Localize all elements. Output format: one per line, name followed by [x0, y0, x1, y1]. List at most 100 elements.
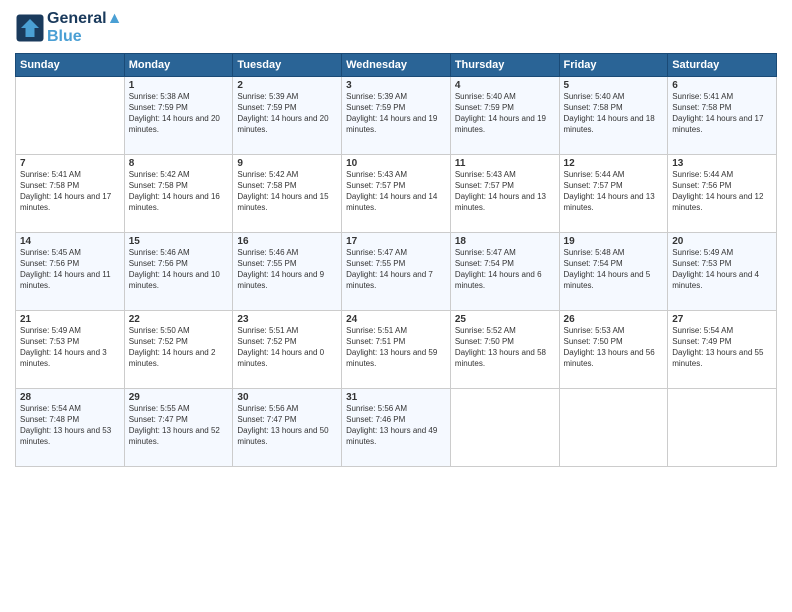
calendar-cell: 21Sunrise: 5:49 AMSunset: 7:53 PMDayligh…: [16, 311, 125, 389]
cell-content: Sunrise: 5:39 AMSunset: 7:59 PMDaylight:…: [346, 92, 446, 135]
calendar-cell: 10Sunrise: 5:43 AMSunset: 7:57 PMDayligh…: [342, 155, 451, 233]
calendar-cell: 9Sunrise: 5:42 AMSunset: 7:58 PMDaylight…: [233, 155, 342, 233]
calendar-week-row: 28Sunrise: 5:54 AMSunset: 7:48 PMDayligh…: [16, 389, 777, 467]
cell-content: Sunrise: 5:55 AMSunset: 7:47 PMDaylight:…: [129, 404, 229, 447]
day-number: 21: [20, 314, 120, 325]
cell-content: Sunrise: 5:40 AMSunset: 7:59 PMDaylight:…: [455, 92, 555, 135]
day-number: 13: [672, 158, 772, 169]
cell-content: Sunrise: 5:53 AMSunset: 7:50 PMDaylight:…: [564, 326, 664, 369]
calendar-cell: [16, 77, 125, 155]
weekday-header-friday: Friday: [559, 54, 668, 77]
calendar-cell: 18Sunrise: 5:47 AMSunset: 7:54 PMDayligh…: [450, 233, 559, 311]
calendar-cell: 14Sunrise: 5:45 AMSunset: 7:56 PMDayligh…: [16, 233, 125, 311]
calendar-cell: 27Sunrise: 5:54 AMSunset: 7:49 PMDayligh…: [668, 311, 777, 389]
weekday-header-wednesday: Wednesday: [342, 54, 451, 77]
calendar-cell: 12Sunrise: 5:44 AMSunset: 7:57 PMDayligh…: [559, 155, 668, 233]
calendar-cell: 19Sunrise: 5:48 AMSunset: 7:54 PMDayligh…: [559, 233, 668, 311]
day-number: 14: [20, 236, 120, 247]
day-number: 20: [672, 236, 772, 247]
calendar-cell: 31Sunrise: 5:56 AMSunset: 7:46 PMDayligh…: [342, 389, 451, 467]
day-number: 2: [237, 80, 337, 91]
cell-content: Sunrise: 5:47 AMSunset: 7:54 PMDaylight:…: [455, 248, 555, 291]
calendar-cell: 17Sunrise: 5:47 AMSunset: 7:55 PMDayligh…: [342, 233, 451, 311]
day-number: 24: [346, 314, 446, 325]
cell-content: Sunrise: 5:56 AMSunset: 7:47 PMDaylight:…: [237, 404, 337, 447]
weekday-header-monday: Monday: [124, 54, 233, 77]
day-number: 7: [20, 158, 120, 169]
calendar-cell: 26Sunrise: 5:53 AMSunset: 7:50 PMDayligh…: [559, 311, 668, 389]
day-number: 12: [564, 158, 664, 169]
cell-content: Sunrise: 5:49 AMSunset: 7:53 PMDaylight:…: [672, 248, 772, 291]
calendar-cell: 5Sunrise: 5:40 AMSunset: 7:58 PMDaylight…: [559, 77, 668, 155]
day-number: 8: [129, 158, 229, 169]
day-number: 30: [237, 392, 337, 403]
calendar-week-row: 1Sunrise: 5:38 AMSunset: 7:59 PMDaylight…: [16, 77, 777, 155]
calendar-cell: [450, 389, 559, 467]
calendar-cell: 11Sunrise: 5:43 AMSunset: 7:57 PMDayligh…: [450, 155, 559, 233]
day-number: 3: [346, 80, 446, 91]
calendar-cell: 4Sunrise: 5:40 AMSunset: 7:59 PMDaylight…: [450, 77, 559, 155]
cell-content: Sunrise: 5:56 AMSunset: 7:46 PMDaylight:…: [346, 404, 446, 447]
cell-content: Sunrise: 5:47 AMSunset: 7:55 PMDaylight:…: [346, 248, 446, 291]
cell-content: Sunrise: 5:38 AMSunset: 7:59 PMDaylight:…: [129, 92, 229, 135]
calendar-week-row: 21Sunrise: 5:49 AMSunset: 7:53 PMDayligh…: [16, 311, 777, 389]
cell-content: Sunrise: 5:52 AMSunset: 7:50 PMDaylight:…: [455, 326, 555, 369]
cell-content: Sunrise: 5:50 AMSunset: 7:52 PMDaylight:…: [129, 326, 229, 369]
calendar-cell: 24Sunrise: 5:51 AMSunset: 7:51 PMDayligh…: [342, 311, 451, 389]
cell-content: Sunrise: 5:51 AMSunset: 7:52 PMDaylight:…: [237, 326, 337, 369]
weekday-header-row: SundayMondayTuesdayWednesdayThursdayFrid…: [16, 54, 777, 77]
day-number: 27: [672, 314, 772, 325]
cell-content: Sunrise: 5:46 AMSunset: 7:55 PMDaylight:…: [237, 248, 337, 291]
calendar-week-row: 14Sunrise: 5:45 AMSunset: 7:56 PMDayligh…: [16, 233, 777, 311]
calendar-cell: 25Sunrise: 5:52 AMSunset: 7:50 PMDayligh…: [450, 311, 559, 389]
calendar-cell: [668, 389, 777, 467]
day-number: 25: [455, 314, 555, 325]
calendar-cell: 8Sunrise: 5:42 AMSunset: 7:58 PMDaylight…: [124, 155, 233, 233]
logo: General▲ Blue: [15, 10, 122, 45]
day-number: 10: [346, 158, 446, 169]
cell-content: Sunrise: 5:54 AMSunset: 7:48 PMDaylight:…: [20, 404, 120, 447]
day-number: 17: [346, 236, 446, 247]
weekday-header-tuesday: Tuesday: [233, 54, 342, 77]
day-number: 9: [237, 158, 337, 169]
day-number: 16: [237, 236, 337, 247]
weekday-header-sunday: Sunday: [16, 54, 125, 77]
cell-content: Sunrise: 5:42 AMSunset: 7:58 PMDaylight:…: [129, 170, 229, 213]
cell-content: Sunrise: 5:51 AMSunset: 7:51 PMDaylight:…: [346, 326, 446, 369]
calendar-cell: 3Sunrise: 5:39 AMSunset: 7:59 PMDaylight…: [342, 77, 451, 155]
cell-content: Sunrise: 5:46 AMSunset: 7:56 PMDaylight:…: [129, 248, 229, 291]
cell-content: Sunrise: 5:43 AMSunset: 7:57 PMDaylight:…: [455, 170, 555, 213]
calendar-week-row: 7Sunrise: 5:41 AMSunset: 7:58 PMDaylight…: [16, 155, 777, 233]
cell-content: Sunrise: 5:49 AMSunset: 7:53 PMDaylight:…: [20, 326, 120, 369]
day-number: 15: [129, 236, 229, 247]
day-number: 26: [564, 314, 664, 325]
day-number: 4: [455, 80, 555, 91]
day-number: 1: [129, 80, 229, 91]
calendar-cell: 2Sunrise: 5:39 AMSunset: 7:59 PMDaylight…: [233, 77, 342, 155]
logo-icon: [15, 13, 45, 43]
calendar-cell: 28Sunrise: 5:54 AMSunset: 7:48 PMDayligh…: [16, 389, 125, 467]
calendar-cell: 30Sunrise: 5:56 AMSunset: 7:47 PMDayligh…: [233, 389, 342, 467]
calendar-cell: 6Sunrise: 5:41 AMSunset: 7:58 PMDaylight…: [668, 77, 777, 155]
cell-content: Sunrise: 5:42 AMSunset: 7:58 PMDaylight:…: [237, 170, 337, 213]
cell-content: Sunrise: 5:39 AMSunset: 7:59 PMDaylight:…: [237, 92, 337, 135]
day-number: 5: [564, 80, 664, 91]
day-number: 18: [455, 236, 555, 247]
cell-content: Sunrise: 5:54 AMSunset: 7:49 PMDaylight:…: [672, 326, 772, 369]
day-number: 29: [129, 392, 229, 403]
calendar-cell: 29Sunrise: 5:55 AMSunset: 7:47 PMDayligh…: [124, 389, 233, 467]
cell-content: Sunrise: 5:45 AMSunset: 7:56 PMDaylight:…: [20, 248, 120, 291]
cell-content: Sunrise: 5:41 AMSunset: 7:58 PMDaylight:…: [672, 92, 772, 135]
header: General▲ Blue: [15, 10, 777, 45]
cell-content: Sunrise: 5:40 AMSunset: 7:58 PMDaylight:…: [564, 92, 664, 135]
day-number: 11: [455, 158, 555, 169]
calendar-cell: 22Sunrise: 5:50 AMSunset: 7:52 PMDayligh…: [124, 311, 233, 389]
calendar-cell: 1Sunrise: 5:38 AMSunset: 7:59 PMDaylight…: [124, 77, 233, 155]
cell-content: Sunrise: 5:43 AMSunset: 7:57 PMDaylight:…: [346, 170, 446, 213]
cell-content: Sunrise: 5:48 AMSunset: 7:54 PMDaylight:…: [564, 248, 664, 291]
calendar-cell: 7Sunrise: 5:41 AMSunset: 7:58 PMDaylight…: [16, 155, 125, 233]
calendar-cell: 15Sunrise: 5:46 AMSunset: 7:56 PMDayligh…: [124, 233, 233, 311]
weekday-header-thursday: Thursday: [450, 54, 559, 77]
cell-content: Sunrise: 5:41 AMSunset: 7:58 PMDaylight:…: [20, 170, 120, 213]
cell-content: Sunrise: 5:44 AMSunset: 7:57 PMDaylight:…: [564, 170, 664, 213]
